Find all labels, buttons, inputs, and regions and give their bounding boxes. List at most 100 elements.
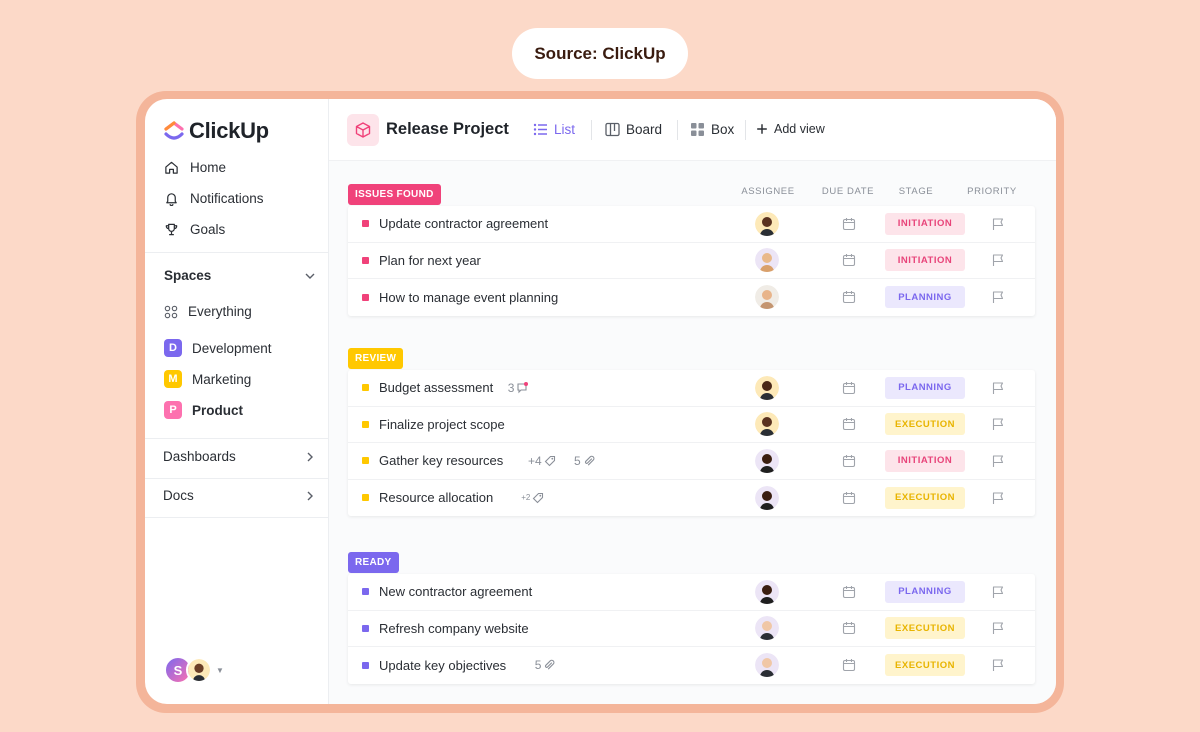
stage-badge[interactable]: INITIATION xyxy=(885,449,965,472)
priority-flag-icon[interactable] xyxy=(991,253,1005,267)
task-row[interactable]: Gather key resources +4 5 INITIATION xyxy=(348,443,1035,480)
tags-count[interactable]: +4 xyxy=(528,454,556,468)
attachment-count[interactable]: 5 xyxy=(535,658,556,672)
status-square[interactable] xyxy=(362,256,369,264)
priority-flag-icon[interactable] xyxy=(991,454,1005,468)
group-tag[interactable]: REVIEW xyxy=(348,348,404,369)
status-square[interactable] xyxy=(362,624,369,632)
calendar-icon[interactable] xyxy=(842,585,856,599)
task-row[interactable]: Refresh company website EXECUTION xyxy=(348,611,1035,647)
task-name[interactable]: How to manage event planning xyxy=(379,290,558,305)
task-name[interactable]: Resource allocation xyxy=(379,490,493,505)
assignee-avatar[interactable] xyxy=(755,285,779,310)
task-row[interactable]: Resource allocation +2 EXECUTION xyxy=(348,480,1035,517)
column-assignee[interactable]: ASSIGNEE xyxy=(732,186,804,197)
assignee-avatar[interactable] xyxy=(755,211,779,236)
space-badge: M xyxy=(164,370,182,388)
spaces-header[interactable]: Spaces xyxy=(164,268,316,283)
tab-board[interactable]: Board xyxy=(605,122,662,137)
priority-flag-icon[interactable] xyxy=(991,417,1005,431)
space-everything[interactable]: Everything xyxy=(164,304,252,319)
stage-badge[interactable]: EXECUTION xyxy=(885,654,965,677)
dashboards-link[interactable]: Dashboards xyxy=(163,449,315,464)
user-menu[interactable]: S ▼ xyxy=(164,656,224,684)
task-row[interactable]: Finalize project scope EXECUTION xyxy=(348,407,1035,443)
group-tag[interactable]: READY xyxy=(348,552,399,573)
status-square[interactable] xyxy=(362,494,369,502)
assignee-avatar[interactable] xyxy=(755,579,779,604)
priority-flag-icon[interactable] xyxy=(991,290,1005,304)
tags-count[interactable]: +2 xyxy=(521,492,544,504)
calendar-icon[interactable] xyxy=(842,621,856,635)
stage-badge[interactable]: EXECUTION xyxy=(885,486,965,509)
assignee-avatar[interactable] xyxy=(755,653,779,678)
task-row[interactable]: How to manage event planning PLANNING xyxy=(348,279,1035,316)
calendar-icon[interactable] xyxy=(842,290,856,304)
space-marketing[interactable]: M Marketing xyxy=(164,370,251,388)
assignee-avatar[interactable] xyxy=(755,412,779,437)
priority-flag-icon[interactable] xyxy=(991,658,1005,672)
space-product[interactable]: P Product xyxy=(164,401,243,419)
assignee-avatar[interactable] xyxy=(755,248,779,273)
status-square[interactable] xyxy=(362,661,369,669)
status-square[interactable] xyxy=(362,293,369,301)
task-name[interactable]: Plan for next year xyxy=(379,253,481,268)
calendar-icon[interactable] xyxy=(842,491,856,505)
task-row[interactable]: Update key objectives 5 EXECUTION xyxy=(348,647,1035,684)
stage-badge[interactable]: EXECUTION xyxy=(885,413,965,436)
status-square[interactable] xyxy=(362,588,369,596)
nav-home[interactable]: Home xyxy=(163,156,226,178)
space-development[interactable]: D Development xyxy=(164,339,272,357)
priority-flag-icon[interactable] xyxy=(991,585,1005,599)
add-view-button[interactable]: Add view xyxy=(756,122,825,136)
stage-badge[interactable]: PLANNING xyxy=(885,376,965,399)
group-tag[interactable]: ISSUES FOUND xyxy=(348,184,441,205)
task-name[interactable]: New contractor agreement xyxy=(379,584,532,599)
stage-badge[interactable]: PLANNING xyxy=(885,580,965,603)
calendar-icon[interactable] xyxy=(842,217,856,231)
priority-flag-icon[interactable] xyxy=(991,381,1005,395)
task-row[interactable]: Plan for next year INITIATION xyxy=(348,243,1035,279)
task-name[interactable]: Gather key resources xyxy=(379,453,503,468)
priority-flag-icon[interactable] xyxy=(991,621,1005,635)
task-name[interactable]: Refresh company website xyxy=(379,621,529,636)
nav-goals[interactable]: Goals xyxy=(163,218,225,240)
assignee-avatar[interactable] xyxy=(755,485,779,510)
task-name[interactable]: Finalize project scope xyxy=(379,417,505,432)
assignee-avatar[interactable] xyxy=(755,616,779,641)
docs-link[interactable]: Docs xyxy=(163,488,315,503)
priority-flag-icon[interactable] xyxy=(991,491,1005,505)
column-priority[interactable]: PRIORITY xyxy=(961,186,1023,197)
attachment-count[interactable]: 5 xyxy=(574,454,595,468)
task-row[interactable]: Update contractor agreement INITIATION xyxy=(348,206,1035,243)
stage-badge[interactable]: PLANNING xyxy=(885,286,965,309)
task-name[interactable]: Update key objectives xyxy=(379,658,506,673)
assignee-avatar[interactable] xyxy=(755,375,779,400)
task-name[interactable]: Budget assessment xyxy=(379,380,493,395)
status-square[interactable] xyxy=(362,384,369,392)
task-name[interactable]: Update contractor agreement xyxy=(379,216,548,231)
priority-flag-icon[interactable] xyxy=(991,217,1005,231)
nav-notifications[interactable]: Notifications xyxy=(163,187,264,209)
column-due-date[interactable]: DUE DATE xyxy=(810,186,886,197)
task-row[interactable]: Budget assessment 3 PLANNING xyxy=(348,370,1035,407)
status-square[interactable] xyxy=(362,420,369,428)
column-stage[interactable]: STAGE xyxy=(886,186,946,197)
calendar-icon[interactable] xyxy=(842,454,856,468)
stage-badge[interactable]: EXECUTION xyxy=(885,617,965,640)
stage-badge[interactable]: INITIATION xyxy=(885,212,965,235)
chevron-down-icon[interactable] xyxy=(304,270,316,282)
calendar-icon[interactable] xyxy=(842,253,856,267)
tab-box[interactable]: Box xyxy=(690,122,734,137)
status-square[interactable] xyxy=(362,220,369,228)
calendar-icon[interactable] xyxy=(842,417,856,431)
status-square[interactable] xyxy=(362,457,369,465)
tab-list[interactable]: List xyxy=(533,122,575,137)
comment-count[interactable]: 3 xyxy=(508,381,529,395)
calendar-icon[interactable] xyxy=(842,658,856,672)
stage-badge[interactable]: INITIATION xyxy=(885,249,965,272)
logo[interactable]: ClickUp xyxy=(164,118,269,144)
calendar-icon[interactable] xyxy=(842,381,856,395)
task-row[interactable]: New contractor agreement PLANNING xyxy=(348,574,1035,611)
assignee-avatar[interactable] xyxy=(755,448,779,473)
